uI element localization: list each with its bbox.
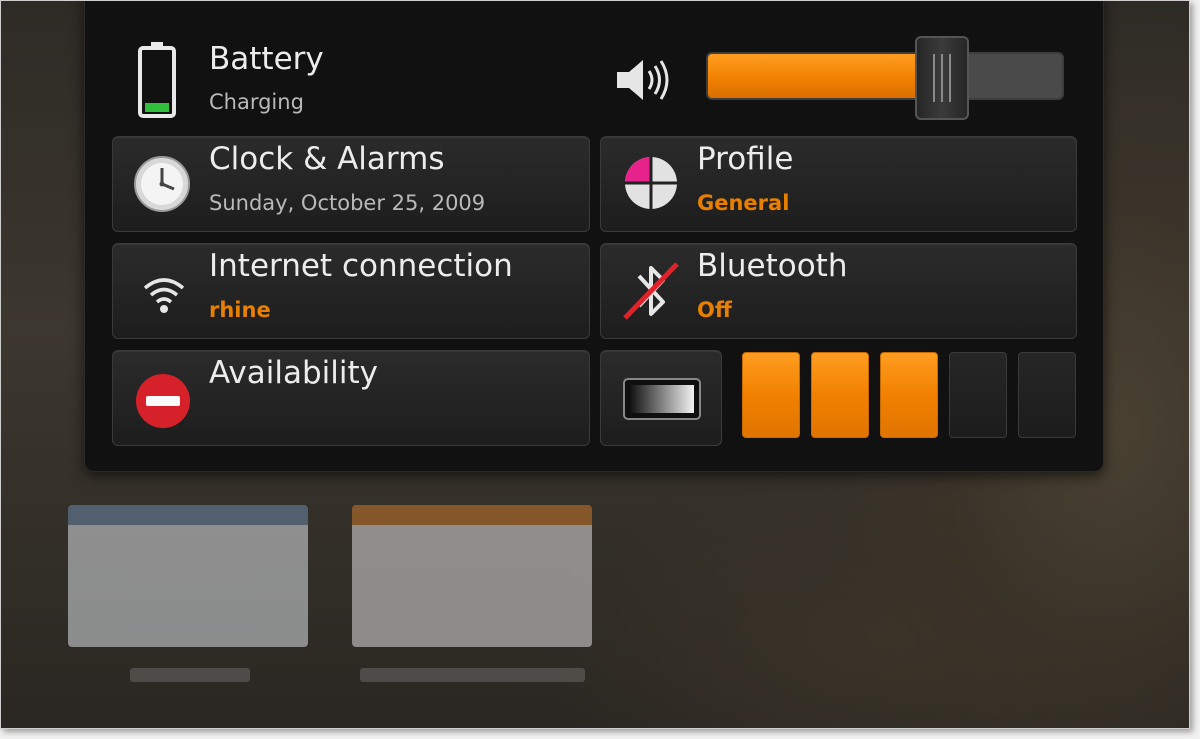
thumbnail-caption [130, 668, 250, 682]
thumbnail-caption [360, 668, 585, 682]
internet-connection-tile[interactable]: Internet connection rhine [112, 243, 590, 339]
brightness-segment[interactable] [949, 352, 1007, 438]
volume-fill [708, 54, 923, 98]
speaker-icon[interactable] [613, 55, 673, 105]
bluetooth-state: Off [697, 298, 732, 322]
clock-icon [133, 155, 191, 213]
battery-status: Charging [209, 90, 304, 114]
profile-value: General [697, 191, 790, 215]
availability-title: Availability [209, 355, 378, 391]
internet-network: rhine [209, 298, 271, 322]
availability-tile[interactable]: Availability [112, 350, 590, 446]
internet-title: Internet connection [209, 248, 513, 284]
bluetooth-title: Bluetooth [697, 248, 848, 284]
bluetooth-off-icon [619, 258, 683, 324]
busy-icon [135, 373, 191, 429]
clock-title: Clock & Alarms [209, 141, 445, 177]
brightness-icon [622, 377, 702, 421]
brightness-segment[interactable] [1018, 352, 1076, 438]
battery-icon [137, 41, 177, 119]
brightness-segment[interactable] [742, 352, 800, 438]
clock-alarms-tile[interactable]: Clock & Alarms Sunday, October 25, 2009 [112, 136, 590, 232]
clock-date: Sunday, October 25, 2009 [209, 191, 486, 215]
bluetooth-tile[interactable]: Bluetooth Off [600, 243, 1077, 339]
brightness-segment[interactable] [880, 352, 938, 438]
volume-slider[interactable] [706, 52, 1064, 100]
battery-title: Battery [209, 41, 324, 77]
profile-title: Profile [697, 141, 794, 177]
profile-icon [623, 155, 679, 211]
volume-slider-handle[interactable] [915, 36, 969, 120]
wifi-icon [141, 272, 187, 316]
profile-tile[interactable]: Profile General [600, 136, 1077, 232]
app-thumbnail[interactable] [68, 505, 308, 647]
brightness-segment[interactable] [811, 352, 869, 438]
app-thumbnail[interactable] [352, 505, 592, 647]
brightness-tile[interactable] [600, 350, 722, 446]
